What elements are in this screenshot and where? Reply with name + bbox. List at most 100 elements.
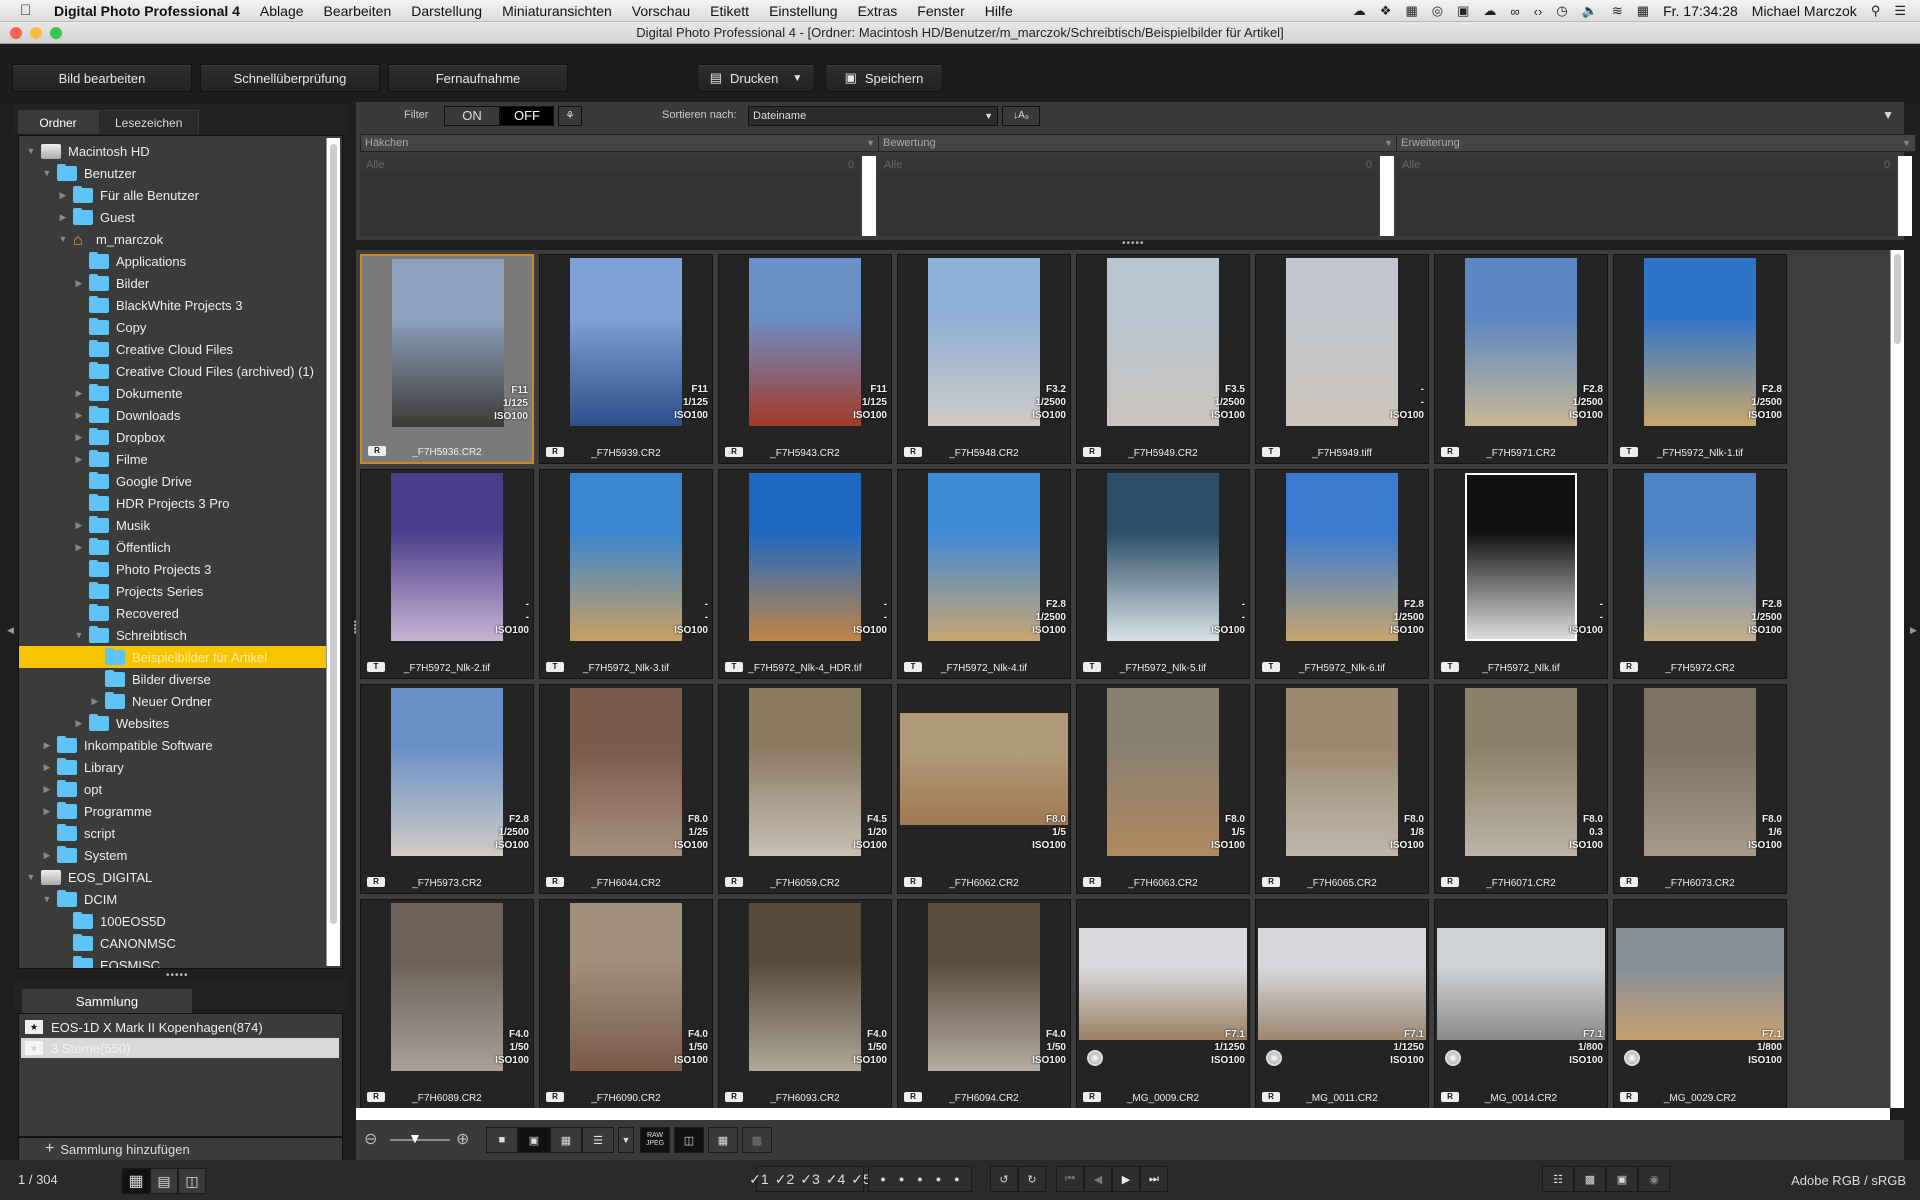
thumbnail-cell[interactable]: F8.0 1/5 ISO100 R _F7H6062.CR2 [897, 684, 1071, 894]
thumbnail-image[interactable] [391, 473, 503, 641]
collapse-filter-icon[interactable]: ▼ [1882, 108, 1894, 122]
disclosure-closed-icon[interactable]: ▶ [41, 740, 53, 751]
tree-item[interactable]: Beispielbilder für Artikel [19, 646, 329, 668]
tree-item[interactable]: ▼ EOS_DIGITAL [19, 866, 329, 888]
thumbnail-image[interactable] [749, 903, 861, 1071]
tree-item[interactable]: ▶ Websites [19, 712, 329, 734]
thumbnail-cell[interactable]: - - ISO100 T _F7H5972_Nlk-5.tif [1076, 469, 1250, 679]
save-button[interactable]: ▣ Speichern [825, 64, 943, 92]
menu-app-name[interactable]: Digital Photo Professional 4 [54, 3, 240, 19]
collection-item-selected[interactable]: ★ 3 Sterne(550) [21, 1038, 339, 1058]
view-list-button[interactable]: ☰ [582, 1127, 614, 1153]
thumbnail-cell[interactable]: F4.0 1/50 ISO100 R _F7H6093.CR2 [718, 899, 892, 1108]
tree-item[interactable]: ▶ Programme [19, 800, 329, 822]
first-image-button[interactable]: ⏮ [1056, 1166, 1084, 1192]
disclosure-closed-icon[interactable]: ▶ [41, 850, 53, 861]
thumbnail-image[interactable] [1079, 928, 1247, 1040]
thumbnail-cell[interactable]: F7.1 1/1250 ISO100 R _MG_0011.CR2 [1255, 899, 1429, 1108]
notification-center-icon[interactable]: ☰ [1894, 3, 1906, 19]
thumbnail-cell[interactable]: F11 1/125 ISO100 R _F7H5939.CR2 [539, 254, 713, 464]
tree-item[interactable]: ▼ Benutzer [19, 162, 329, 184]
tab-ordner[interactable]: Ordner [18, 110, 98, 134]
volume-icon[interactable]: 🔈 [1582, 3, 1598, 19]
next-image-button[interactable]: ▶ [1112, 1166, 1140, 1192]
thumbnail-cell[interactable]: F2.8 1/2500 ISO100 R _F7H5973.CR2 [360, 684, 534, 894]
thumbnail-image[interactable] [1465, 688, 1577, 856]
disclosure-closed-icon[interactable]: ▶ [73, 454, 85, 465]
filter-split-handle[interactable]: ••••• [1122, 238, 1145, 249]
disclosure-closed-icon[interactable]: ▶ [41, 784, 53, 795]
thumbnail-image[interactable] [570, 903, 682, 1071]
rating-3-dot[interactable]: ● [917, 1174, 922, 1184]
menu-bearbeiten[interactable]: Bearbeiten [324, 3, 392, 19]
thumbnail-cell[interactable]: F2.8 1/2500 ISO100 T _F7H5972_Nlk-6.tif [1255, 469, 1429, 679]
check-mark-2-button[interactable]: ✓2 [775, 1171, 795, 1188]
tree-item[interactable]: ▶ Filme [19, 448, 329, 470]
menu-einstellung[interactable]: Einstellung [769, 3, 838, 19]
filter-panel-header[interactable]: Erweiterung ▼ [1396, 134, 1916, 152]
disclosure-open-icon[interactable]: ▼ [25, 872, 37, 882]
thumbnail-cell[interactable]: - - ISO100 T _F7H5949.tiff [1255, 254, 1429, 464]
thumbnail-image[interactable] [1465, 473, 1577, 641]
tree-item[interactable]: ▶ System [19, 844, 329, 866]
tree-item[interactable]: ▶ Downloads [19, 404, 329, 426]
tree-item[interactable]: ▼ ⌂ m_marczok [19, 228, 329, 250]
thumbnail-cell[interactable]: F7.1 1/800 ISO100 R _MG_0029.CR2 [1613, 899, 1787, 1108]
disclosure-closed-icon[interactable]: ▶ [89, 696, 101, 707]
thumbnail-size-slider-handle[interactable]: ▼ [408, 1130, 422, 1146]
navigator-button[interactable]: ▣ [1606, 1166, 1638, 1192]
tab-lesezeichen[interactable]: Lesezeichen [98, 110, 200, 134]
tree-item[interactable]: script [19, 822, 329, 844]
filter-row-all[interactable]: Alle 0 [1396, 156, 1896, 174]
menu-vorschau[interactable]: Vorschau [632, 3, 690, 19]
thumbnail-grid-scrollbar[interactable] [1890, 250, 1904, 1108]
disclosure-closed-icon[interactable]: ▶ [73, 432, 85, 443]
disclosure-open-icon[interactable]: ▼ [73, 630, 85, 640]
zoom-in-icon[interactable]: ⊕ [456, 1129, 469, 1149]
code-brackets-icon[interactable]: ‹› [1534, 4, 1543, 19]
rotate-left-button[interactable]: ↺ [990, 1166, 1018, 1192]
thumbnail-cell[interactable]: F3.5 1/2500 ISO100 R _F7H5949.CR2 [1076, 254, 1250, 464]
filter-panel-scrollbar[interactable] [1898, 156, 1912, 236]
thumbnail-cell[interactable]: - - ISO100 T _F7H5972_Nlk-4_HDR.tif [718, 469, 892, 679]
thumbnail-image[interactable] [392, 259, 504, 427]
rating-2-dot[interactable]: ● [899, 1174, 904, 1184]
tree-item[interactable]: Copy [19, 316, 329, 338]
tree-item[interactable]: ▶ Neuer Ordner [19, 690, 329, 712]
thumbnail-cell[interactable]: F8.0 1/25 ISO100 R _F7H6044.CR2 [539, 684, 713, 894]
remote-capture-button[interactable]: Fernaufnahme [388, 64, 568, 92]
thumbnail-image[interactable] [1465, 258, 1577, 426]
tree-item[interactable]: CANONMSC [19, 932, 329, 954]
thumbnail-cell[interactable]: F4.5 1/20 ISO100 R _F7H6059.CR2 [718, 684, 892, 894]
check-mark-4-button[interactable]: ✓4 [826, 1171, 846, 1188]
menu-fenster[interactable]: Fenster [917, 3, 964, 19]
disclosure-closed-icon[interactable]: ▶ [73, 388, 85, 399]
thumbnail-image[interactable] [391, 903, 503, 1071]
thumbnail-cell[interactable]: F11 1/125 ISO100 R _F7H5936.CR2 [360, 254, 534, 464]
rating-1-dot[interactable]: ● [880, 1174, 885, 1184]
tree-item[interactable]: ▶ Öffentlich [19, 536, 329, 558]
disclosure-closed-icon[interactable]: ▶ [73, 410, 85, 421]
spotlight-search-icon[interactable]: ⚲ [1871, 3, 1881, 19]
thumbnail-cell[interactable]: F2.8 1/2500 ISO100 R _F7H5972.CR2 [1613, 469, 1787, 679]
thumbnail-image[interactable] [1258, 928, 1426, 1040]
menubar-user[interactable]: Michael Marczok [1752, 3, 1857, 19]
layout-split-button[interactable]: ◫ [178, 1168, 206, 1194]
tree-item[interactable]: Applications [19, 250, 329, 272]
add-collection-button[interactable]: + Sammlung hinzufügen [19, 1136, 342, 1160]
creative-cloud-icon[interactable]: ◎ [1432, 3, 1443, 19]
thumbnail-cell[interactable]: F7.1 1/1250 ISO100 R _MG_0009.CR2 [1076, 899, 1250, 1108]
layout-grid-button[interactable]: ▦ [122, 1168, 150, 1194]
sort-order-button[interactable]: ↓A₉ [1002, 106, 1040, 126]
thumbnail-cell[interactable]: F3.2 1/2500 ISO100 R _F7H5948.CR2 [897, 254, 1071, 464]
thumbnail-image[interactable] [570, 473, 682, 641]
thumbnail-cell[interactable]: - - ISO100 T _F7H5972_Nlk-2.tif [360, 469, 534, 679]
print-dropdown-icon[interactable]: ▼ [792, 73, 802, 84]
tree-item[interactable]: ▶ Guest [19, 206, 329, 228]
tree-item[interactable]: ▶ Library [19, 756, 329, 778]
frame-display-button[interactable]: ◫ [674, 1127, 704, 1153]
disclosure-closed-icon[interactable]: ▶ [41, 762, 53, 773]
tree-item[interactable]: Photo Projects 3 [19, 558, 329, 580]
view-medium-thumbnail-button[interactable]: ▦ [550, 1127, 582, 1153]
thumbnail-cell[interactable]: F8.0 1/8 ISO100 R _F7H6065.CR2 [1255, 684, 1429, 894]
